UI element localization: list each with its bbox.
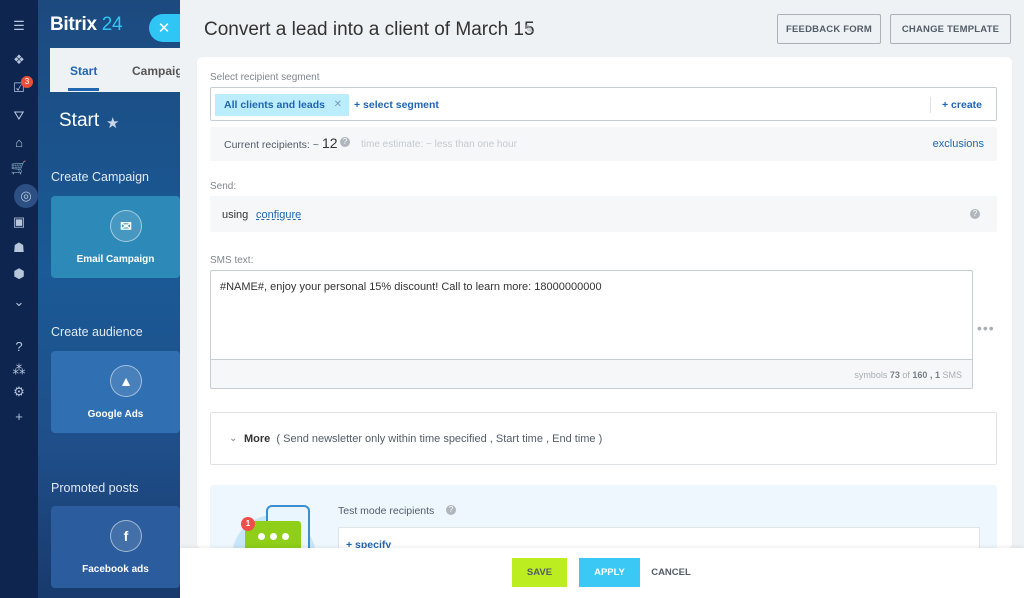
company-icon[interactable]: ⌂ bbox=[11, 134, 27, 150]
segment-selector[interactable]: All clients and leads ✕ + select segment… bbox=[210, 87, 997, 121]
tile-email-campaign[interactable]: ✉ Email Campaign bbox=[51, 196, 180, 278]
feedback-form-button[interactable]: FEEDBACK FORM bbox=[777, 14, 881, 44]
page-title: Convert a lead into a client of March 15 bbox=[204, 19, 535, 40]
recipients-label: Current recipients: ~ bbox=[224, 139, 319, 151]
help-icon[interactable]: ? bbox=[11, 338, 27, 354]
contact-card-icon[interactable]: ▣ bbox=[11, 214, 27, 230]
robot-icon[interactable]: ☗ bbox=[11, 240, 27, 256]
segment-chip-label: All clients and leads bbox=[224, 99, 325, 111]
section-label-campaign: Create Campaign bbox=[51, 170, 149, 184]
edit-pencil-icon[interactable]: ✎ bbox=[524, 22, 534, 36]
tile-google-ads[interactable]: ▲ Google Ads bbox=[51, 351, 180, 433]
test-mode-panel: 1 Test mode recipients ? + specify bbox=[210, 485, 997, 549]
help-icon[interactable]: ? bbox=[340, 137, 350, 147]
tile-facebook-ads[interactable]: f Facebook ads bbox=[51, 506, 180, 588]
create-segment-link[interactable]: + create bbox=[942, 99, 982, 111]
notification-badge: 3 bbox=[21, 76, 33, 88]
more-options-icon[interactable]: ••• bbox=[977, 320, 995, 336]
help-icon[interactable]: ? bbox=[970, 209, 980, 219]
using-text: using bbox=[222, 209, 249, 221]
change-template-button[interactable]: CHANGE TEMPLATE bbox=[890, 14, 1011, 44]
close-slider-button[interactable]: ✕ bbox=[149, 14, 183, 42]
activity-icon[interactable]: ❖ bbox=[11, 52, 27, 68]
recipients-count: 12 bbox=[322, 135, 338, 151]
recipients-row: Current recipients: ~ 12 ? time estimate… bbox=[210, 127, 997, 161]
cart-icon[interactable]: 🛒 bbox=[11, 160, 27, 176]
editor-card: Select recipient segment All clients and… bbox=[197, 57, 1012, 549]
background-page-title: Start bbox=[59, 110, 100, 131]
marketing-target-icon[interactable]: ◎ bbox=[18, 188, 34, 204]
configure-link[interactable]: configure bbox=[256, 209, 301, 221]
section-label-posts: Promoted posts bbox=[51, 481, 139, 495]
app-logo[interactable]: Bitrix 24 bbox=[50, 14, 123, 36]
help-icon[interactable]: ? bbox=[446, 505, 456, 515]
more-settings-text: More ( Send newsletter only within time … bbox=[244, 433, 603, 445]
save-button[interactable]: SAVE bbox=[512, 558, 567, 587]
google-ads-icon: ▲ bbox=[110, 365, 142, 397]
facebook-icon: f bbox=[110, 520, 142, 552]
test-recipients-field[interactable]: + specify bbox=[338, 527, 980, 549]
send-label: Send: bbox=[210, 181, 237, 192]
background-tabs: Start Campaign bbox=[50, 48, 190, 92]
close-icon: ✕ bbox=[157, 20, 171, 37]
add-icon[interactable]: + bbox=[11, 408, 27, 424]
remove-chip-icon[interactable]: ✕ bbox=[334, 99, 342, 110]
structure-icon[interactable]: ⁂ bbox=[11, 362, 27, 378]
segment-label: Select recipient segment bbox=[210, 72, 320, 83]
email-icon: ✉ bbox=[110, 210, 142, 242]
test-mode-label: Test mode recipients bbox=[338, 505, 435, 517]
star-icon[interactable]: ★ bbox=[106, 114, 119, 132]
select-segment-link[interactable]: + select segment bbox=[354, 99, 439, 111]
divider bbox=[930, 97, 931, 113]
campaign-editor-slider: Convert a lead into a client of March 15… bbox=[180, 0, 1024, 598]
sms-counter-bar: symbols 73 of 160 , 1 SMS bbox=[210, 359, 973, 389]
tile-label: Email Campaign bbox=[76, 254, 155, 265]
left-icon-rail: ☰ ❖ ☑ 3 ⛛ ⌂ 🛒 ◎ ▣ ☗ ⬢ ⌄ ? ⁂ ⚙ + bbox=[0, 0, 38, 598]
send-row: using configure ? bbox=[210, 196, 997, 232]
box-icon[interactable]: ⬢ bbox=[11, 266, 27, 282]
footer-bar: SAVE APPLY CANCEL bbox=[180, 548, 1024, 598]
time-estimate: time estimate: ~ less than one hour bbox=[361, 139, 517, 150]
exclusions-link[interactable]: exclusions bbox=[933, 138, 984, 150]
apply-button[interactable]: APPLY bbox=[579, 558, 640, 587]
section-label-audience: Create audience bbox=[51, 325, 143, 339]
tab-start[interactable]: Start bbox=[67, 64, 100, 91]
sms-text-input[interactable]: #NAME#, enjoy your personal 15% discount… bbox=[210, 270, 973, 360]
symbols-counter: symbols 73 of 160 , 1 SMS bbox=[854, 370, 962, 380]
settings-gear-icon[interactable]: ⚙ bbox=[11, 384, 27, 400]
more-settings[interactable]: ⌄ More ( Send newsletter only within tim… bbox=[210, 412, 997, 465]
menu-icon[interactable]: ☰ bbox=[11, 18, 27, 34]
illustration-badge: 1 bbox=[241, 517, 255, 531]
tile-label: Facebook ads bbox=[82, 564, 149, 575]
cancel-button[interactable]: CANCEL bbox=[650, 558, 692, 587]
segment-chip[interactable]: All clients and leads ✕ bbox=[215, 94, 349, 116]
sms-text-label: SMS text: bbox=[210, 255, 254, 266]
chevron-down-icon[interactable]: ⌄ bbox=[11, 294, 27, 310]
chevron-down-icon[interactable]: ⌄ bbox=[229, 433, 237, 444]
filter-icon[interactable]: ⛛ bbox=[11, 108, 27, 124]
tile-label: Google Ads bbox=[87, 409, 144, 420]
